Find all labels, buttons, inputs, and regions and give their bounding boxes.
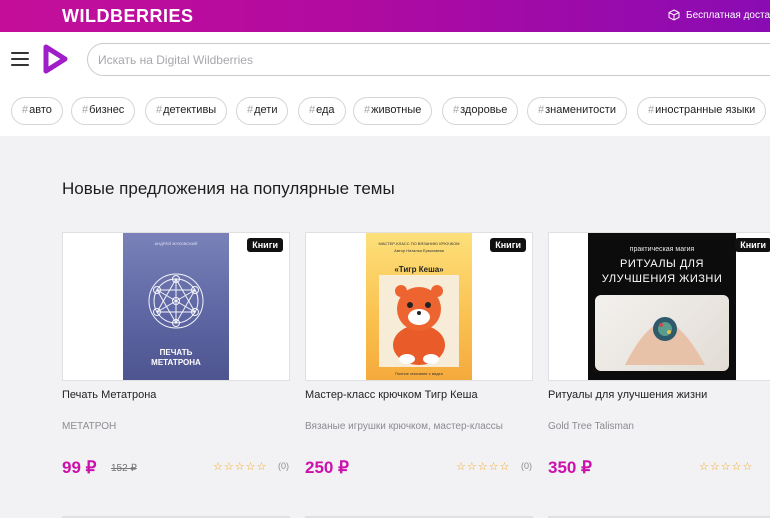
tag-food[interactable]: #еда <box>298 97 346 125</box>
product-name[interactable]: Печать Метатрона <box>62 389 156 401</box>
product-brand[interactable]: Вязаные игрушки крючком, мастер-классы <box>305 421 503 432</box>
search-input[interactable] <box>87 43 770 76</box>
review-count: (0) <box>278 461 289 471</box>
hands-photo <box>595 295 729 371</box>
tiger-toy-image <box>379 275 459 367</box>
product-price: 99 ₽ <box>62 458 97 477</box>
cover-image: МАСТЕР-КЛАСС ПО ВЯЗАНИЮ КРЮЧКОМ Автор На… <box>366 233 472 380</box>
free-delivery-link[interactable]: Бесплатная достав <box>668 9 770 21</box>
digital-logo-icon[interactable] <box>42 44 68 74</box>
metatron-cube-icon <box>148 273 204 329</box>
product-old-price: 152 ₽ <box>111 463 137 474</box>
product-brand[interactable]: МЕТАТРОН <box>62 421 116 432</box>
product-card[interactable]: практическая магия РИТУАЛЫ ДЛЯ УЛУЧШЕНИЯ… <box>548 232 770 477</box>
header <box>0 32 770 88</box>
free-delivery-label: Бесплатная достав <box>686 9 770 21</box>
box-icon <box>668 9 680 21</box>
product-price: 250 ₽ <box>305 458 349 477</box>
tag-animals[interactable]: #животные <box>353 97 433 125</box>
rating-stars-icon: ☆☆☆☆☆ <box>699 461 754 473</box>
wildberries-logo[interactable]: WILDBERRIES <box>62 6 194 27</box>
review-count: (0) <box>521 461 532 471</box>
hands-with-talisman-image <box>625 317 705 365</box>
product-name[interactable]: Ритуалы для улучшения жизни <box>548 389 707 401</box>
product-card[interactable]: АНДРЕЙ ЖУКОВСКИЙ ПЕЧАТЬ МЕТАТРОНА Книги … <box>62 232 290 477</box>
product-price: 350 ₽ <box>548 458 592 477</box>
rating-stars-icon: ☆☆☆☆☆ <box>456 461 511 473</box>
category-badge: Книги <box>735 238 770 252</box>
section-title: Новые предложения на популярные темы <box>62 179 395 198</box>
tag-celebrities[interactable]: #знаменитости <box>527 97 627 125</box>
hamburger-menu-icon[interactable] <box>11 52 29 66</box>
product-card[interactable]: МАСТЕР-КЛАСС ПО ВЯЗАНИЮ КРЮЧКОМ Автор На… <box>305 232 533 477</box>
tag-business[interactable]: #бизнес <box>71 97 136 125</box>
tag-foreign-languages[interactable]: #иностранные языки <box>637 97 767 125</box>
top-bar: WILDBERRIES Бесплатная достав <box>0 0 770 32</box>
tag-children[interactable]: #дети <box>236 97 289 125</box>
next-row-hint <box>62 512 770 518</box>
product-cover[interactable]: МАСТЕР-КЛАСС ПО ВЯЗАНИЮ КРЮЧКОМ Автор На… <box>305 232 533 381</box>
product-cover[interactable]: практическая магия РИТУАЛЫ ДЛЯ УЛУЧШЕНИЯ… <box>548 232 770 381</box>
category-badge: Книги <box>247 238 283 252</box>
tag-detectives[interactable]: #детективы <box>145 97 228 125</box>
tag-health[interactable]: #здоровье <box>442 97 519 125</box>
cover-image: практическая магия РИТУАЛЫ ДЛЯ УЛУЧШЕНИЯ… <box>588 233 736 380</box>
product-cover[interactable]: АНДРЕЙ ЖУКОВСКИЙ ПЕЧАТЬ МЕТАТРОНА Книги <box>62 232 290 381</box>
product-brand[interactable]: Gold Tree Talisman <box>548 421 634 432</box>
category-badge: Книги <box>490 238 526 252</box>
product-name[interactable]: Мастер-класс крючком Тигр Кеша <box>305 389 478 401</box>
cover-image: АНДРЕЙ ЖУКОВСКИЙ ПЕЧАТЬ МЕТАТРОНА <box>123 233 229 380</box>
tag-auto[interactable]: #авто <box>11 97 63 125</box>
rating-stars-icon: ☆☆☆☆☆ <box>213 461 268 473</box>
tag-bar: #авто #бизнес #детективы #дети #еда #жив… <box>0 88 770 136</box>
